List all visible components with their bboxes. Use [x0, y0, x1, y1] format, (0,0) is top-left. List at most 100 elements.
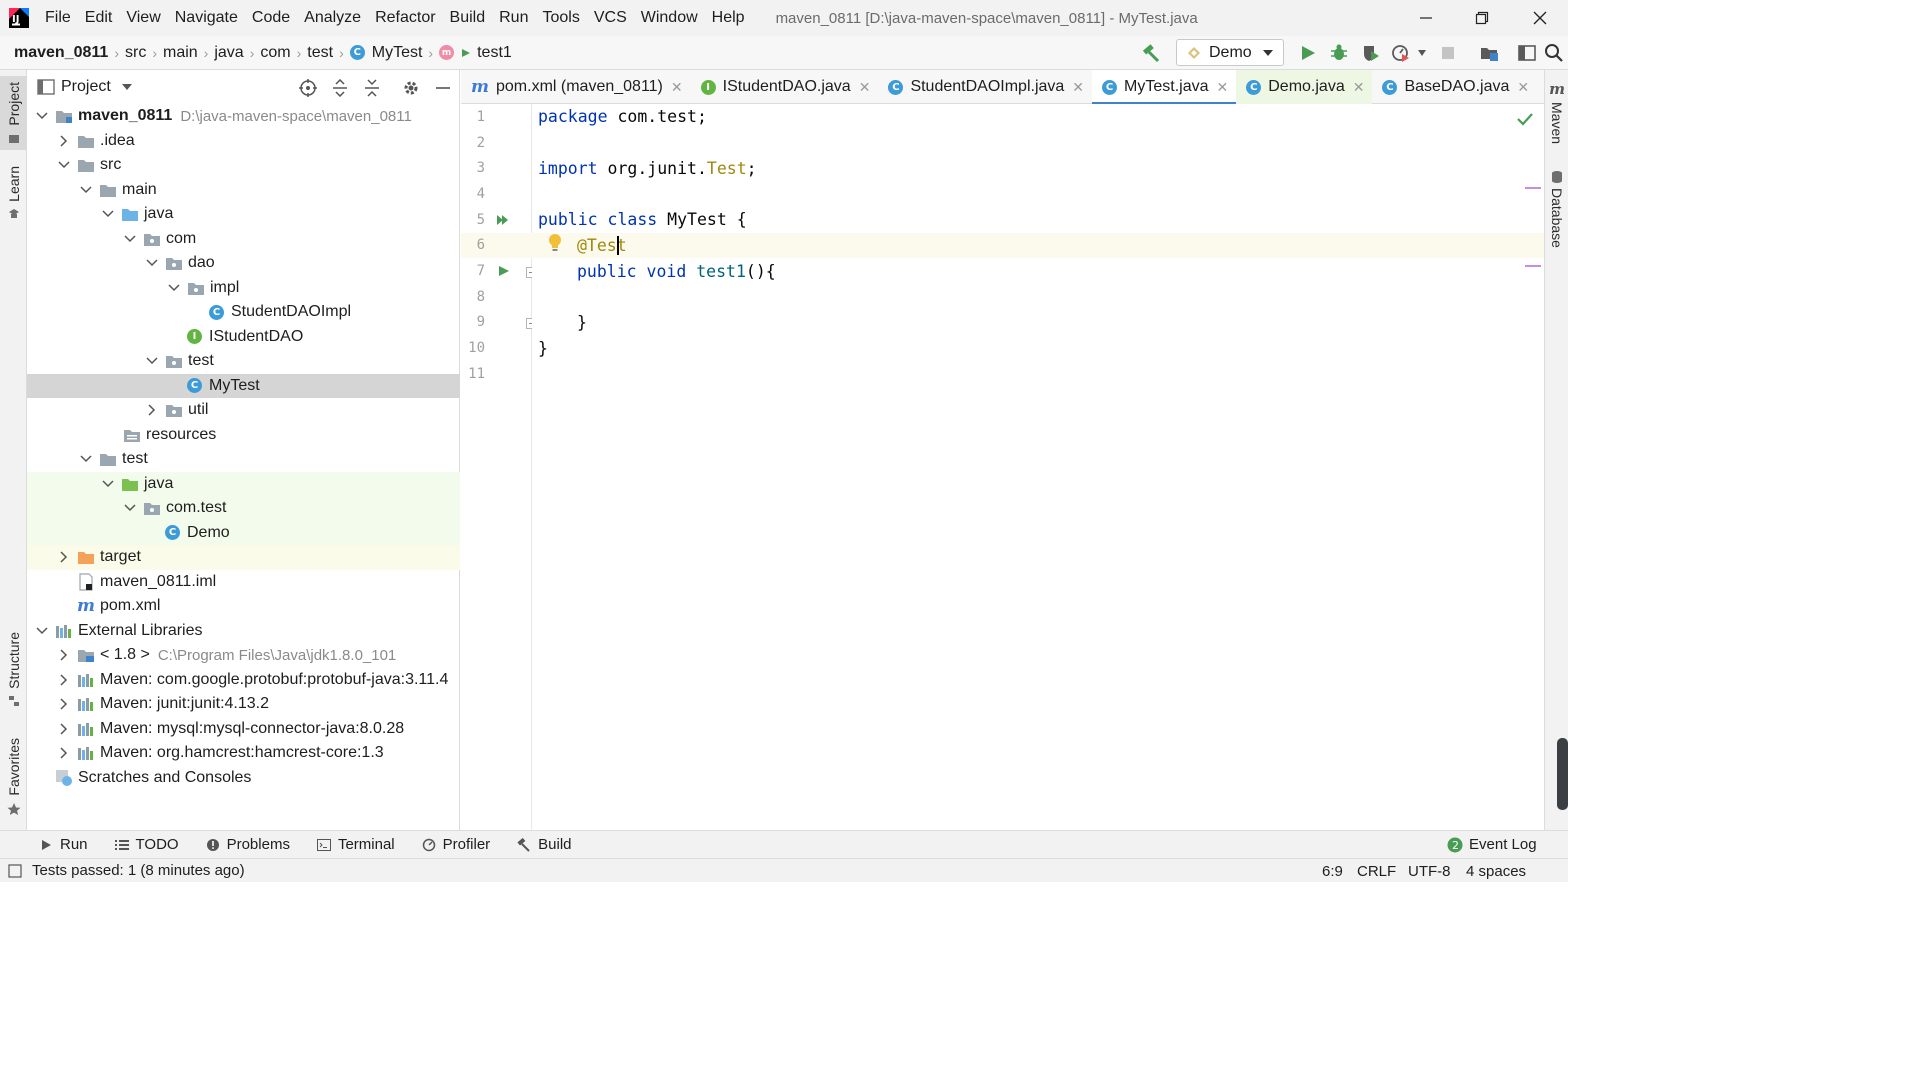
tree-node-lib-protobuf[interactable]: Maven: com.google.protobuf:protobuf-java…: [27, 668, 460, 693]
tab-studentdaoimpl[interactable]: C StudentDAOImpl.java ✕: [878, 70, 1092, 104]
breadcrumb-mytest[interactable]: C MyTest: [349, 44, 422, 62]
build-tool-tab[interactable]: Build: [516, 836, 572, 853]
tab-mytest[interactable]: C MyTest.java ✕: [1092, 70, 1237, 105]
run-button[interactable]: [1297, 42, 1319, 64]
chevron-right-icon[interactable]: [57, 746, 71, 760]
tree-node-pom-xml[interactable]: m pom.xml: [27, 594, 460, 619]
learn-tool-tab[interactable]: Learn: [0, 166, 27, 220]
breadcrumb-java[interactable]: java: [214, 44, 243, 62]
chevron-right-icon[interactable]: [57, 134, 71, 148]
run-test-gutter-button[interactable]: [497, 264, 511, 278]
caret-position[interactable]: 6:9: [1322, 859, 1343, 883]
tree-node-resources[interactable]: resources: [27, 423, 460, 448]
editor-gutter[interactable]: 1 2 3 4 5 6 7 8 9 10 11: [461, 104, 537, 830]
event-log-tool-tab[interactable]: 2 Event Log: [1447, 836, 1537, 853]
chevron-down-icon[interactable]: [101, 477, 115, 491]
close-tab-icon[interactable]: ✕: [1353, 79, 1365, 96]
project-settings-button[interactable]: [401, 78, 421, 98]
breadcrumb-main[interactable]: main: [163, 44, 198, 62]
structure-tool-tab[interactable]: Structure: [0, 632, 27, 707]
terminal-tool-tab[interactable]: Terminal: [316, 836, 395, 853]
tree-node-idea[interactable]: .idea: [27, 129, 460, 154]
menu-navigate[interactable]: Navigate: [174, 7, 239, 29]
run-tool-tab[interactable]: Run: [38, 836, 88, 853]
tree-node-main[interactable]: main: [27, 178, 460, 203]
debug-button[interactable]: [1328, 42, 1350, 64]
project-structure-button[interactable]: [1478, 42, 1500, 64]
search-everywhere-button[interactable]: [1543, 42, 1565, 64]
expand-all-button[interactable]: [330, 78, 350, 98]
hide-panel-button[interactable]: [433, 78, 453, 98]
restore-button[interactable]: [1454, 0, 1510, 36]
tree-node-util[interactable]: util: [27, 398, 460, 423]
tree-node-com-test[interactable]: com.test: [27, 496, 460, 521]
menu-code[interactable]: Code: [251, 7, 291, 29]
chevron-down-icon[interactable]: [35, 109, 49, 123]
chevron-down-icon[interactable]: [79, 452, 93, 466]
menu-vcs[interactable]: VCS: [593, 7, 628, 29]
chevron-down-icon[interactable]: [79, 183, 93, 197]
menu-window[interactable]: Window: [640, 7, 699, 29]
tab-demo[interactable]: C Demo.java ✕: [1236, 70, 1373, 104]
menu-help[interactable]: Help: [711, 7, 746, 29]
menu-tools[interactable]: Tools: [541, 7, 580, 29]
tree-node-jdk[interactable]: < 1.8 > C:\Program Files\Java\jdk1.8.0_1…: [27, 643, 460, 668]
editor-scrollbar-thumb[interactable]: [1557, 738, 1568, 810]
breadcrumb-project[interactable]: maven_0811: [14, 44, 108, 62]
chevron-down-icon[interactable]: [123, 232, 137, 246]
chevron-right-icon[interactable]: [57, 722, 71, 736]
project-tool-tab[interactable]: Project: [0, 76, 27, 150]
breadcrumb-com[interactable]: com: [260, 44, 290, 62]
indent-selector[interactable]: 4 spaces: [1466, 859, 1526, 883]
tree-node-studentdaoimpl[interactable]: C StudentDAOImpl: [27, 300, 460, 325]
favorites-tool-tab[interactable]: Favorites: [0, 738, 27, 816]
stop-button[interactable]: [1437, 42, 1459, 64]
tree-node-com[interactable]: com: [27, 227, 460, 252]
close-tab-icon[interactable]: ✕: [859, 79, 871, 96]
run-configuration-selector[interactable]: Demo: [1176, 39, 1284, 66]
scrollbar-marker[interactable]: [1525, 265, 1541, 267]
tree-node-mytest[interactable]: C MyTest: [27, 373, 460, 398]
tree-node-demo[interactable]: C Demo: [27, 520, 460, 545]
chevron-right-icon[interactable]: [57, 648, 71, 662]
menu-analyze[interactable]: Analyze: [303, 7, 362, 29]
chevron-right-icon[interactable]: [57, 697, 71, 711]
tree-node-src[interactable]: src: [27, 153, 460, 178]
coverage-button[interactable]: [1360, 42, 1382, 64]
chevron-down-icon[interactable]: [35, 624, 49, 638]
close-window-button[interactable]: [1512, 0, 1568, 36]
tree-node-impl[interactable]: impl: [27, 276, 460, 301]
no-problems-indicator[interactable]: [1517, 112, 1533, 126]
tree-node-main-java[interactable]: java: [27, 202, 460, 227]
tree-node-project-root[interactable]: maven_0811 D:\java-maven-space\maven_081…: [27, 104, 460, 129]
close-tab-icon[interactable]: ✕: [1517, 79, 1529, 96]
chevron-down-icon[interactable]: [121, 83, 133, 91]
menu-file[interactable]: File: [44, 7, 72, 29]
intention-bulb-button[interactable]: [548, 233, 562, 253]
close-tab-icon[interactable]: ✕: [671, 79, 683, 96]
tree-node-lib-mysql[interactable]: Maven: mysql:mysql-connector-java:8.0.28: [27, 717, 460, 742]
project-panel-title[interactable]: Project: [61, 78, 111, 96]
tree-node-test-root[interactable]: test: [27, 447, 460, 472]
profiler-tool-tab[interactable]: Profiler: [421, 836, 490, 853]
collapse-all-button[interactable]: [362, 78, 382, 98]
tree-node-lib-junit[interactable]: Maven: junit:junit:4.13.2: [27, 692, 460, 717]
select-opened-file-button[interactable]: [298, 78, 318, 98]
breadcrumb-src[interactable]: src: [125, 44, 146, 62]
tree-node-test-java[interactable]: java: [27, 471, 460, 496]
more-run-options-button[interactable]: [1414, 42, 1430, 64]
encoding-selector[interactable]: UTF-8: [1408, 859, 1451, 883]
maven-tool-tab[interactable]: m Maven: [1545, 80, 1569, 144]
tree-node-target[interactable]: target: [27, 545, 460, 570]
status-message[interactable]: Tests passed: 1 (8 minutes ago): [32, 862, 245, 879]
tree-node-scratches[interactable]: Scratches and Consoles: [27, 766, 460, 791]
breadcrumb-test1[interactable]: m test1: [439, 44, 512, 62]
chevron-down-icon[interactable]: [57, 158, 71, 172]
chevron-right-icon[interactable]: [145, 403, 159, 417]
chevron-down-icon[interactable]: [145, 354, 159, 368]
menu-view[interactable]: View: [125, 7, 161, 29]
line-separator-selector[interactable]: CRLF: [1357, 859, 1396, 883]
tree-node-lib-hamcrest[interactable]: Maven: org.hamcrest:hamcrest-core:1.3: [27, 741, 460, 766]
tree-node-dao[interactable]: dao: [27, 251, 460, 276]
tree-node-istudentdao[interactable]: I IStudentDAO: [27, 325, 460, 350]
